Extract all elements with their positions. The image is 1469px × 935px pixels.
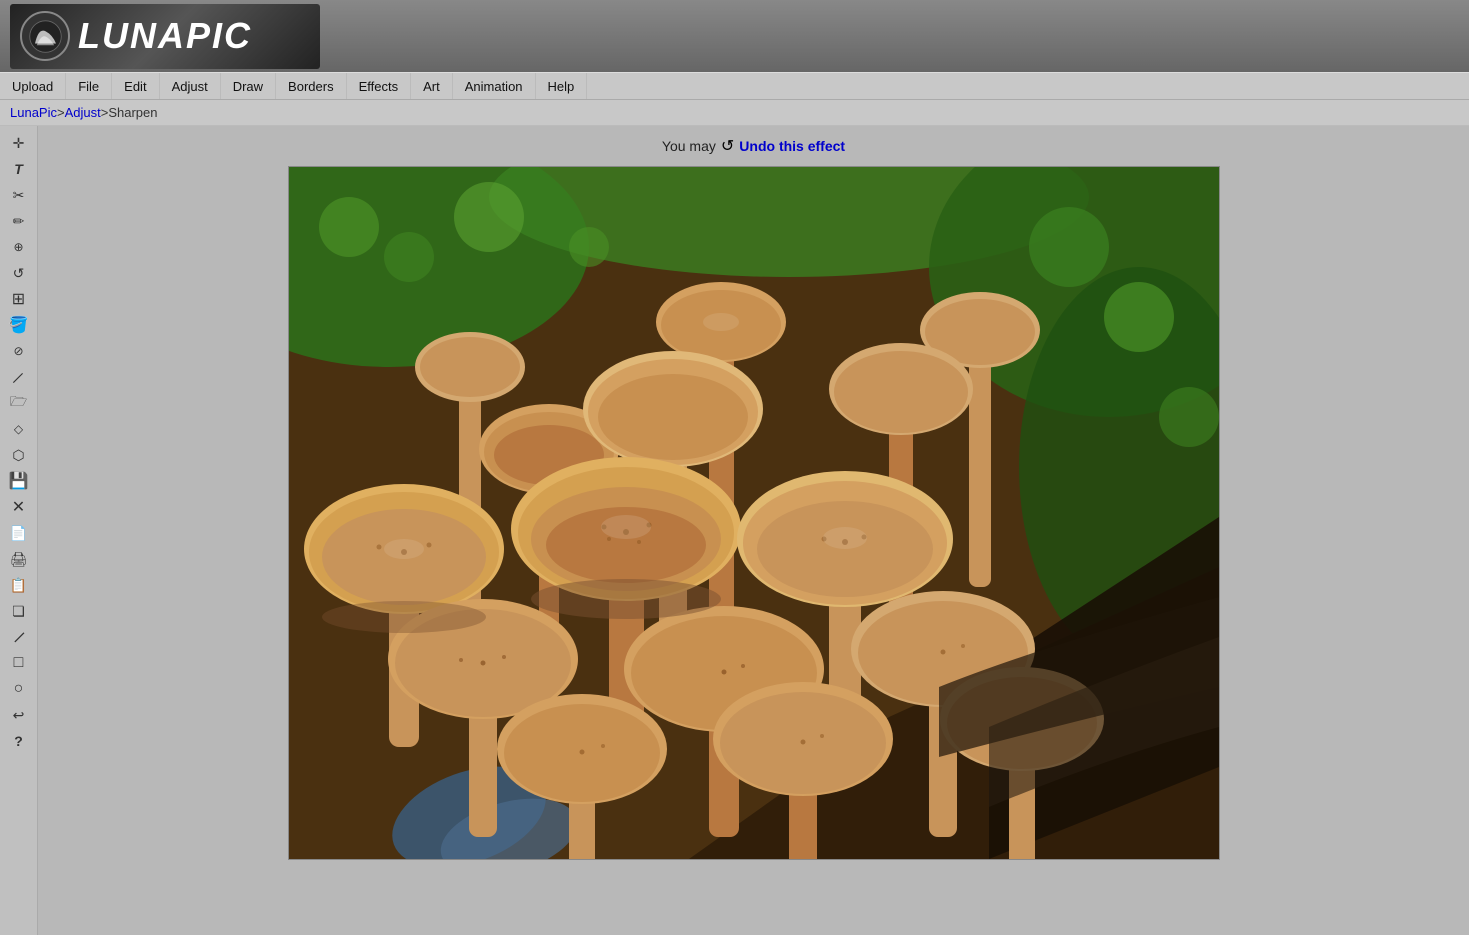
- undo-link[interactable]: Undo this effect: [739, 138, 845, 154]
- pencil-tool[interactable]: ✏: [5, 209, 33, 233]
- nav-animation[interactable]: Animation: [453, 73, 536, 99]
- undo-bar: You may ↺ Undo this effect: [38, 136, 1469, 156]
- help-tool[interactable]: ?: [5, 729, 33, 753]
- rotate-tool[interactable]: ↺: [5, 261, 33, 285]
- ellipse-tool[interactable]: ○: [5, 677, 33, 701]
- sidebar: ✛ T ✂ ✏ ⊕ ↺ ⊞ 🪣 ⊘ | 🗁 ◇ ⬡ 💾 ✕ 📄 🖨 📋 ❏ ─ …: [0, 126, 38, 935]
- navbar: Upload File Edit Adjust Draw Borders Eff…: [0, 72, 1469, 100]
- breadcrumb: LunaPic > Adjust > Sharpen: [0, 100, 1469, 126]
- copy-tool[interactable]: 📋: [5, 573, 33, 597]
- stamp-tool[interactable]: ⬡: [5, 443, 33, 467]
- zoom-tool[interactable]: ⊕: [5, 235, 33, 259]
- nav-file[interactable]: File: [66, 73, 112, 99]
- image-container: [288, 166, 1220, 860]
- new-tool[interactable]: 📄: [5, 521, 33, 545]
- folder-tool[interactable]: 🗁: [5, 391, 33, 415]
- eraser-tool[interactable]: ◇: [5, 417, 33, 441]
- line-tool[interactable]: ─: [0, 619, 37, 656]
- undo-icon: ↺: [721, 136, 734, 156]
- content-area: You may ↺ Undo this effect: [38, 126, 1469, 935]
- breadcrumb-sep2: >: [101, 105, 109, 120]
- move-tool[interactable]: ✛: [5, 131, 33, 155]
- nav-effects[interactable]: Effects: [347, 73, 412, 99]
- mushroom-image: [289, 167, 1219, 859]
- breadcrumb-sep1: >: [57, 105, 65, 120]
- grid-tool[interactable]: ⊞: [5, 287, 33, 311]
- undo-tool[interactable]: ↩: [5, 703, 33, 727]
- scissors-tool[interactable]: ✂: [5, 183, 33, 207]
- undo-prompt: You may: [662, 138, 716, 154]
- save-tool[interactable]: 💾: [5, 469, 33, 493]
- nav-help[interactable]: Help: [536, 73, 588, 99]
- brush-tool[interactable]: |: [0, 359, 37, 396]
- main-layout: ✛ T ✂ ✏ ⊕ ↺ ⊞ 🪣 ⊘ | 🗁 ◇ ⬡ 💾 ✕ 📄 🖨 📋 ❏ ─ …: [0, 126, 1469, 935]
- text-tool[interactable]: T: [5, 157, 33, 181]
- breadcrumb-adjust[interactable]: Adjust: [65, 105, 101, 120]
- rect-tool[interactable]: □: [5, 651, 33, 675]
- logo-icon: [20, 11, 70, 61]
- logo-svg: [28, 19, 63, 54]
- nav-edit[interactable]: Edit: [112, 73, 159, 99]
- nav-adjust[interactable]: Adjust: [160, 73, 221, 99]
- breadcrumb-lunapic[interactable]: LunaPic: [10, 105, 57, 120]
- logo-area: LUNAPIC: [10, 4, 320, 69]
- nav-borders[interactable]: Borders: [276, 73, 347, 99]
- paint-tool[interactable]: 🪣: [5, 313, 33, 337]
- logo-text: LUNAPIC: [78, 15, 252, 57]
- mushroom-svg: [289, 167, 1219, 859]
- nav-art[interactable]: Art: [411, 73, 453, 99]
- nav-upload[interactable]: Upload: [0, 73, 66, 99]
- close-tool[interactable]: ✕: [5, 495, 33, 519]
- nav-draw[interactable]: Draw: [221, 73, 276, 99]
- header: LUNAPIC: [0, 0, 1469, 72]
- print-tool[interactable]: 🖨: [5, 547, 33, 571]
- breadcrumb-current: Sharpen: [108, 105, 157, 120]
- logo-container: LUNAPIC: [10, 4, 320, 69]
